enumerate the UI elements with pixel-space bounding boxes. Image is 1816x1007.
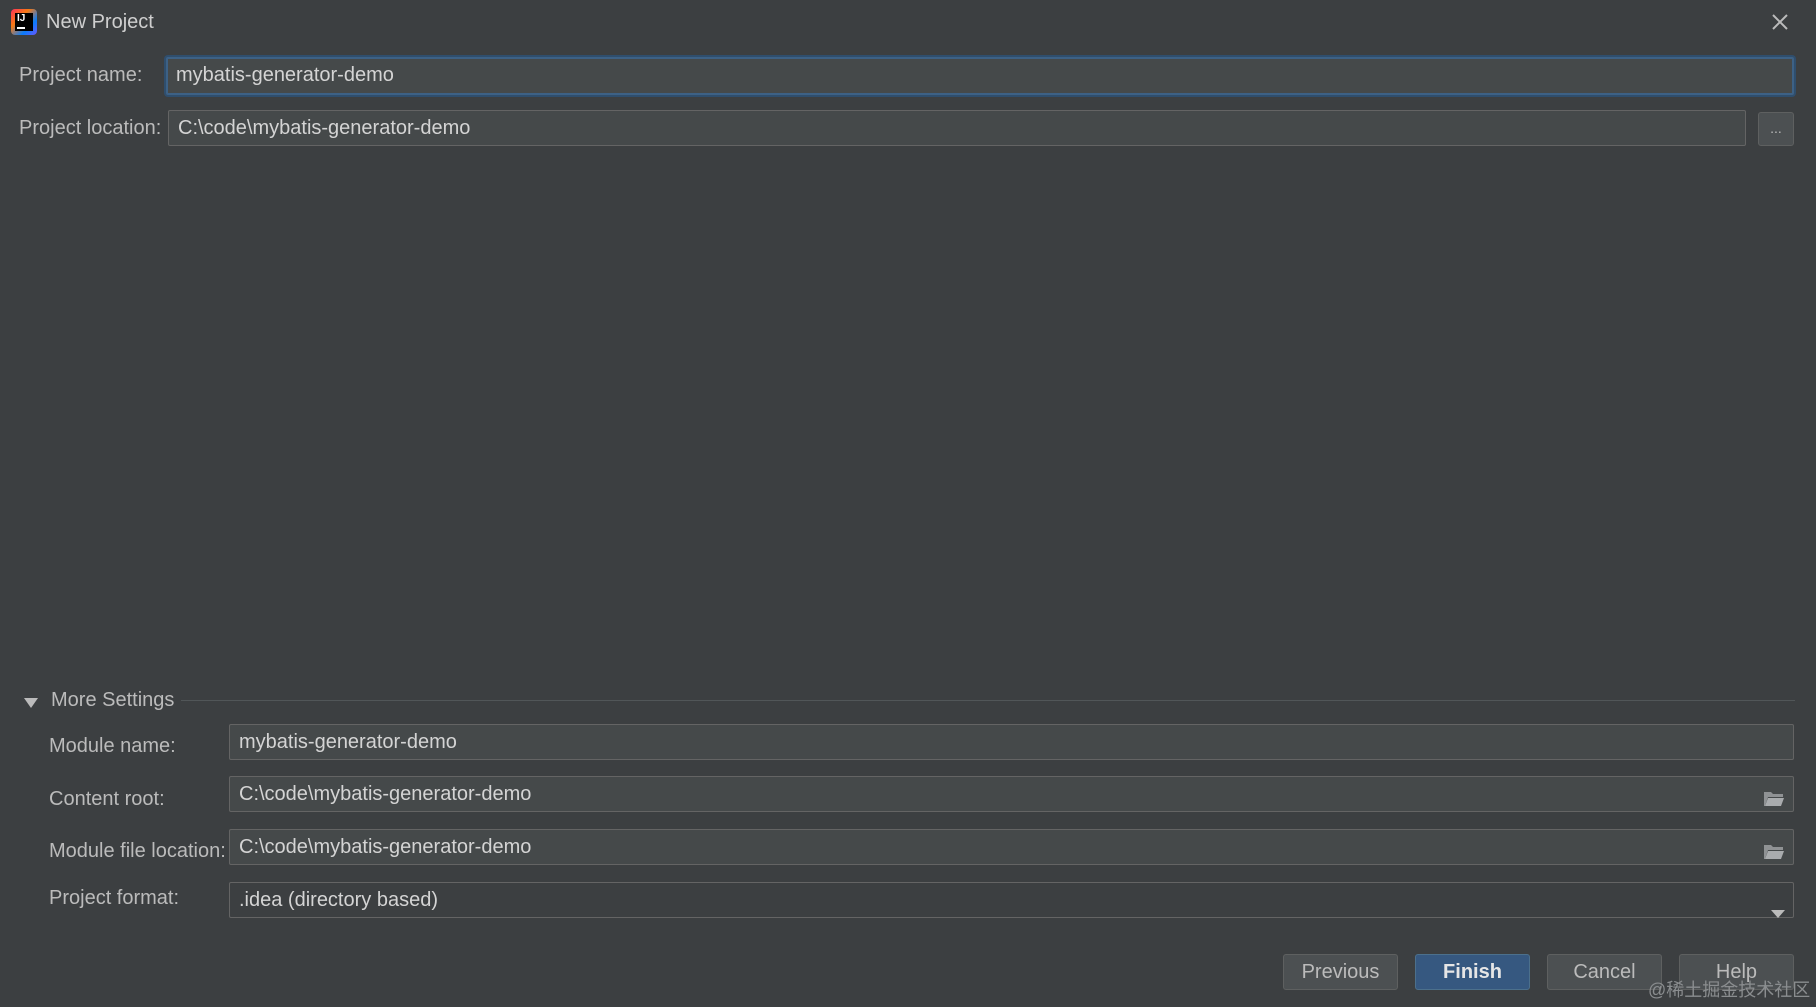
- browse-button[interactable]: ...: [1758, 112, 1794, 146]
- folder-icon[interactable]: [1763, 785, 1785, 806]
- project-name-input[interactable]: mybatis-generator-demo: [166, 57, 1794, 95]
- content-root-input[interactable]: C:\code\mybatis-generator-demo: [229, 776, 1794, 812]
- close-icon[interactable]: [1768, 10, 1792, 34]
- watermark: @稀土掘金技术社区: [1648, 980, 1811, 1000]
- content-root-label: Content root:: [49, 788, 165, 810]
- cancel-button[interactable]: Cancel: [1547, 954, 1662, 990]
- triangle-down-icon: [24, 694, 38, 708]
- finish-button[interactable]: Finish: [1415, 954, 1530, 990]
- module-name-input[interactable]: mybatis-generator-demo: [229, 724, 1794, 760]
- folder-icon[interactable]: [1763, 838, 1785, 859]
- window-title: New Project: [46, 11, 154, 33]
- project-location-label: Project location:: [19, 117, 162, 139]
- module-file-location-value: C:\code\mybatis-generator-demo: [239, 836, 532, 858]
- module-name-label: Module name:: [49, 735, 176, 757]
- more-settings-divider: [181, 700, 1795, 701]
- intellij-idea-icon: IJ: [11, 9, 37, 35]
- chevron-down-icon: [1771, 896, 1785, 918]
- title-bar: IJ New Project: [0, 0, 1816, 44]
- project-format-value: .idea (directory based): [239, 889, 438, 911]
- content-root-value: C:\code\mybatis-generator-demo: [239, 783, 532, 805]
- more-settings-label: More Settings: [51, 689, 175, 711]
- project-format-label: Project format:: [49, 887, 180, 909]
- project-location-input[interactable]: C:\code\mybatis-generator-demo: [168, 110, 1746, 146]
- module-file-location-label: Module file location:: [49, 840, 226, 862]
- previous-button[interactable]: Previous: [1283, 954, 1398, 990]
- module-file-location-input[interactable]: C:\code\mybatis-generator-demo: [229, 829, 1794, 865]
- project-name-label: Project name:: [19, 64, 143, 86]
- project-format-select[interactable]: .idea (directory based): [229, 882, 1794, 918]
